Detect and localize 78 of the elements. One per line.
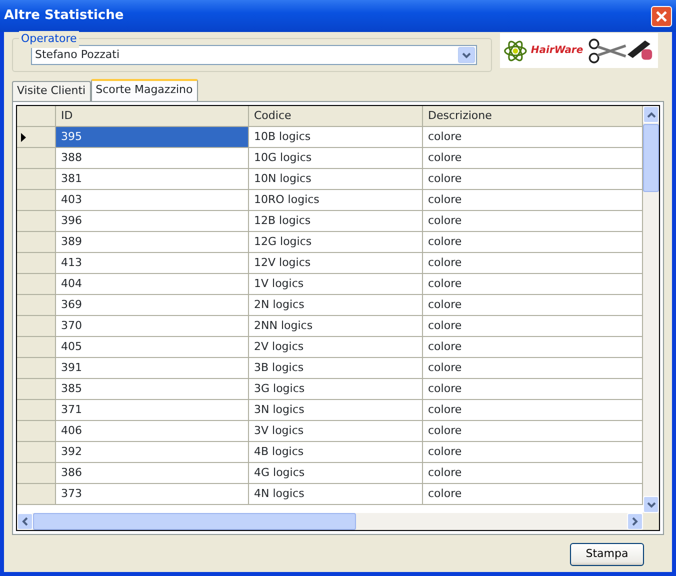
table-cell: 369	[56, 295, 249, 316]
table-cell: 1V logics	[249, 274, 423, 295]
table-cell: 3N logics	[249, 400, 423, 421]
table-cell: colore	[423, 232, 643, 253]
table-cell: 3G logics	[249, 379, 423, 400]
column-header[interactable]: Codice	[249, 106, 423, 127]
dropdown-value: Stefano Pozzati	[35, 46, 120, 63]
logo-text: HairWare	[530, 44, 584, 58]
row-pointer-icon	[21, 132, 26, 142]
table-cell: 2V logics	[249, 337, 423, 358]
scroll-thumb[interactable]	[33, 513, 356, 530]
table-cell: 395	[56, 127, 249, 148]
table-cell: 391	[56, 358, 249, 379]
table-cell: colore	[423, 253, 643, 274]
table-cell: colore	[423, 274, 643, 295]
column-header[interactable]: Descrizione	[423, 106, 643, 127]
table-cell: 371	[56, 400, 249, 421]
row-header[interactable]	[17, 127, 56, 148]
column-header[interactable]: ID	[56, 106, 249, 127]
table-cell: 12V logics	[249, 253, 423, 274]
table-cell: 396	[56, 211, 249, 232]
table-cell: 389	[56, 232, 249, 253]
table-cell: 405	[56, 337, 249, 358]
vertical-scrollbar[interactable]	[643, 106, 659, 513]
table-cell: 370	[56, 316, 249, 337]
table-cell: 403	[56, 190, 249, 211]
table-cell: 10B logics	[249, 127, 423, 148]
table-cell: 385	[56, 379, 249, 400]
print-button[interactable]: Stampa	[570, 543, 644, 566]
close-icon	[655, 10, 668, 22]
table-cell: colore	[423, 379, 643, 400]
table-cell: colore	[423, 211, 643, 232]
table-cell: colore	[423, 127, 643, 148]
table-cell: colore	[423, 358, 643, 379]
table-cell: colore	[423, 190, 643, 211]
table-cell: 3V logics	[249, 421, 423, 442]
table-cell: colore	[423, 169, 643, 190]
table-cell: colore	[423, 148, 643, 169]
horizontal-scrollbar[interactable]	[17, 513, 643, 530]
operator-dropdown[interactable]: Stefano Pozzati	[31, 45, 477, 65]
table-cell: 404	[56, 274, 249, 295]
table-cell: colore	[423, 442, 643, 463]
table-cell: colore	[423, 316, 643, 337]
table-cell: 3B logics	[249, 358, 423, 379]
table-cell: 381	[56, 169, 249, 190]
table-cell: 2N logics	[249, 295, 423, 316]
table-cell: 12B logics	[249, 211, 423, 232]
group-label: Operatore	[19, 31, 79, 48]
table-cell: 2NN logics	[249, 316, 423, 337]
chevron-down-icon	[462, 52, 471, 58]
table-cell: colore	[423, 421, 643, 442]
scroll-down-icon	[646, 502, 656, 508]
table-cell: colore	[423, 484, 643, 505]
table-cell: colore	[423, 295, 643, 316]
table-cell: 10N logics	[249, 169, 423, 190]
table-cell: 388	[56, 148, 249, 169]
table-cell: 4G logics	[249, 463, 423, 484]
table-cell: 386	[56, 463, 249, 484]
table-cell: colore	[423, 337, 643, 358]
table-cell: 413	[56, 253, 249, 274]
tab[interactable]: Scorte Magazzino	[90, 79, 198, 101]
table-cell: 406	[56, 421, 249, 442]
table-cell: 4N logics	[249, 484, 423, 505]
scroll-thumb[interactable]	[643, 124, 659, 192]
table-cell: 373	[56, 484, 249, 505]
tab[interactable]: Visite Clienti	[12, 81, 91, 101]
close-button[interactable]	[651, 6, 672, 26]
table-cell: 4B logics	[249, 442, 423, 463]
table-cell: 10G logics	[249, 148, 423, 169]
window-title: Altre Statistiche	[4, 7, 124, 26]
scroll-right-icon	[632, 517, 638, 526]
table-cell: 392	[56, 442, 249, 463]
scroll-up-icon	[646, 112, 656, 118]
table-cell: colore	[423, 463, 643, 484]
table-cell: colore	[423, 400, 643, 421]
scroll-left-icon	[22, 517, 28, 526]
table-cell: 12G logics	[249, 232, 423, 253]
table-cell: 10RO logics	[249, 190, 423, 211]
